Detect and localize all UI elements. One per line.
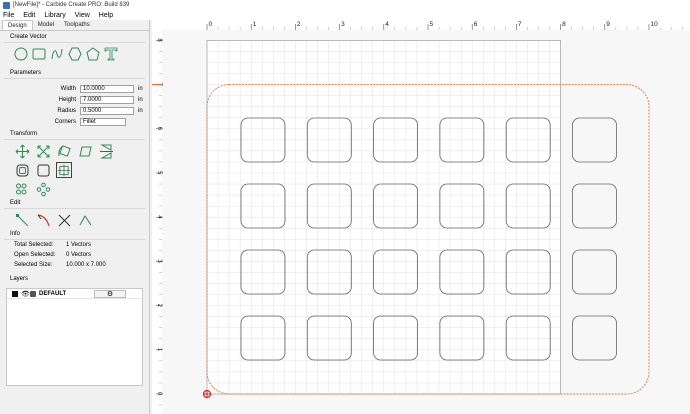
- pentagon-icon[interactable]: [86, 47, 100, 61]
- layers-list: 👁 DEFAULT ⚙: [6, 288, 143, 386]
- parameters-title: Parameters: [10, 70, 42, 76]
- canvas-drawing[interactable]: 012345678910876543210: [152, 20, 690, 414]
- layer-name: DEFAULT: [39, 290, 67, 297]
- info-total-selected: Total Selected: 1 Vectors: [14, 242, 145, 252]
- ruler-label: 1: [253, 21, 257, 28]
- offset-icon[interactable]: [14, 162, 30, 178]
- knife-icon[interactable]: [35, 212, 51, 228]
- info-key: Selected Size:: [14, 262, 53, 268]
- info-key: Total Selected:: [14, 242, 54, 248]
- array-icon[interactable]: [14, 181, 30, 197]
- tab-toolpaths[interactable]: Toolpaths: [59, 20, 95, 30]
- height-unit: in: [138, 96, 143, 103]
- menu-library[interactable]: Library: [44, 12, 65, 19]
- transform-title: Transform: [10, 131, 38, 137]
- skew-icon[interactable]: [77, 143, 93, 159]
- radius-label: Radius: [57, 107, 76, 114]
- curve-icon[interactable]: [50, 47, 64, 61]
- height-label: Height: [58, 96, 76, 103]
- layer-color-swatch[interactable]: [12, 290, 18, 297]
- ruler-label: 8: [562, 21, 566, 28]
- ruler-label: 4: [385, 21, 389, 28]
- radius-row: Radius 0.5000 in: [14, 105, 145, 116]
- info-key: Open Selected:: [14, 252, 56, 258]
- menu-file[interactable]: File: [3, 12, 14, 19]
- left-panel: Design Model Toolpaths Create Vector Par…: [0, 20, 150, 414]
- tab-design[interactable]: Design: [2, 20, 33, 30]
- circular-array-icon[interactable]: [35, 181, 51, 197]
- menu-help[interactable]: Help: [99, 12, 113, 19]
- design-canvas[interactable]: 012345678910876543210: [152, 20, 690, 414]
- circle-icon[interactable]: [14, 47, 28, 61]
- window-title: [NewFile]* - Carbide Create PRO: Build 8…: [13, 2, 130, 8]
- ruler-label: 3: [341, 21, 345, 28]
- move-icon[interactable]: [14, 143, 30, 159]
- boolean-icon[interactable]: [35, 162, 51, 178]
- app-icon: [3, 1, 10, 9]
- radius-input[interactable]: 0.5000: [80, 106, 134, 115]
- edit-group: [4, 208, 145, 228]
- rounded-rectangle-icon[interactable]: [32, 47, 46, 61]
- transform-group: [4, 139, 145, 197]
- ruler-label: 5: [430, 21, 434, 28]
- create-vector-title: Create Vector: [10, 34, 47, 40]
- width-label: Width: [60, 85, 76, 92]
- ruler-label: 0: [209, 21, 213, 28]
- text-icon[interactable]: [104, 47, 118, 61]
- layers-title: Layers: [10, 276, 29, 282]
- info-open-selected: Open Selected: 0 Vectors: [14, 252, 145, 262]
- align-icon[interactable]: [56, 162, 72, 178]
- ruler-label: 6: [474, 21, 478, 28]
- info-selected-size: Selected Size: 10.000 x 7.000: [14, 262, 145, 272]
- ruler-label: 2: [297, 21, 301, 28]
- info-value: 0 Vectors: [66, 252, 92, 258]
- corners-label: Corners: [54, 118, 76, 125]
- scale-icon[interactable]: [35, 143, 51, 159]
- menu-view[interactable]: View: [75, 12, 90, 19]
- title-bar: [NewFile]* - Carbide Create PRO: Build 8…: [0, 0, 690, 10]
- corners-select[interactable]: Fillet: [80, 117, 126, 126]
- menu-edit[interactable]: Edit: [23, 12, 35, 19]
- height-row: Height 7.0000 in: [14, 94, 145, 105]
- trim-icon[interactable]: [56, 212, 72, 228]
- height-input[interactable]: 7.0000: [80, 95, 134, 104]
- ruler-label: 7: [518, 21, 522, 28]
- ruler-label: 9: [606, 21, 610, 28]
- tab-model[interactable]: Model: [33, 20, 59, 30]
- info-value: 1 Vectors: [66, 242, 92, 248]
- node-edit-icon[interactable]: [14, 212, 30, 228]
- polygon-icon[interactable]: [68, 47, 82, 61]
- join-icon[interactable]: [77, 212, 93, 228]
- eye-icon[interactable]: 👁: [21, 290, 30, 298]
- info-group: Total Selected: 1 Vectors Open Selected:…: [4, 239, 145, 272]
- menu-bar: File Edit Library View Help: [0, 10, 690, 20]
- corners-row: Corners Fillet: [14, 116, 145, 127]
- panel-tabs: Design Model Toolpaths: [0, 20, 149, 31]
- info-title: Info: [10, 231, 21, 237]
- create-vector-group: [4, 42, 145, 61]
- layer-row[interactable]: 👁 DEFAULT ⚙: [7, 289, 142, 299]
- gear-icon[interactable]: ⚙: [94, 289, 126, 298]
- rotate-icon[interactable]: [56, 143, 72, 159]
- lock-icon[interactable]: [30, 290, 36, 297]
- parameters-group: Width 10.0000 in Height 7.0000 in Radius…: [4, 78, 145, 127]
- info-value: 10.000 x 7.000: [66, 262, 106, 268]
- radius-unit: in: [138, 107, 143, 114]
- width-row: Width 10.0000 in: [14, 83, 145, 94]
- ruler-label: 10: [651, 21, 659, 28]
- width-unit: in: [138, 85, 143, 92]
- mirror-icon[interactable]: [98, 143, 114, 159]
- edit-title: Edit: [10, 200, 21, 206]
- width-input[interactable]: 10.0000: [80, 84, 134, 93]
